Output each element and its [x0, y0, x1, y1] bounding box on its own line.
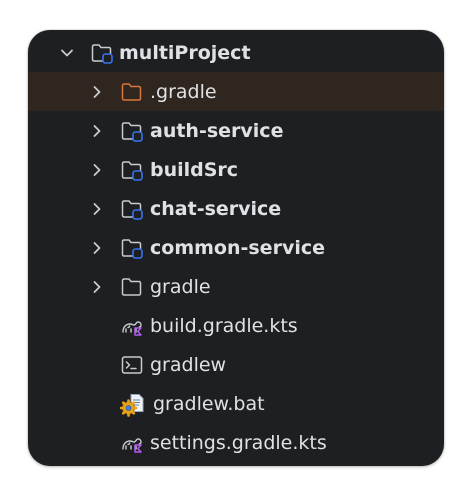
tree-item-buildsrc[interactable]: buildSrc — [28, 150, 444, 189]
tree-item-auth-service[interactable]: auth-service — [28, 111, 444, 150]
tree-item-label: gradle — [150, 275, 211, 298]
tree-root-row[interactable]: multiProject — [28, 33, 444, 72]
tree-item-settings-gradle-kts[interactable]: settings.gradle.kts — [28, 423, 444, 462]
tree-item-gradlew-bat[interactable]: gradlew.bat — [28, 384, 444, 423]
module-folder-icon — [120, 198, 144, 220]
chevron-right-icon[interactable] — [90, 163, 104, 177]
chevron-right-icon[interactable] — [90, 202, 104, 216]
tree-item-label: build.gradle.kts — [150, 314, 298, 337]
chevron-right-icon[interactable] — [90, 241, 104, 255]
chevron-right-icon[interactable] — [90, 124, 104, 138]
tree-item-label: gradlew — [150, 353, 227, 376]
tree-item-label: auth-service — [150, 119, 284, 142]
tree-item-label: buildSrc — [150, 158, 239, 181]
tree-item-label: settings.gradle.kts — [150, 431, 327, 454]
gradle-kotlin-file-icon — [120, 432, 144, 454]
project-tree-panel: multiProject .gradle auth-service buildS… — [28, 30, 444, 466]
batch-file-icon — [119, 393, 144, 417]
module-folder-icon — [90, 42, 114, 64]
module-folder-icon — [120, 237, 144, 259]
chevron-down-icon[interactable] — [60, 46, 74, 60]
tree-item-gradlew[interactable]: gradlew — [28, 345, 444, 384]
tree-item-common-service[interactable]: common-service — [28, 228, 444, 267]
tree-item-label: common-service — [150, 236, 325, 259]
module-folder-icon — [120, 120, 144, 142]
tree-item-label: chat-service — [150, 197, 282, 220]
tree-item-label: gradlew.bat — [153, 392, 265, 415]
chevron-right-icon[interactable] — [90, 85, 104, 99]
tree-root-label: multiProject — [119, 41, 251, 64]
tree-item-build-gradle-kts[interactable]: build.gradle.kts — [28, 306, 444, 345]
tree-item-gradle[interactable]: gradle — [28, 267, 444, 306]
tree-item-chat-service[interactable]: chat-service — [28, 189, 444, 228]
chevron-right-icon[interactable] — [90, 280, 104, 294]
tree-item-label: .gradle — [150, 80, 217, 103]
shell-script-icon — [120, 354, 144, 376]
gradle-kotlin-file-icon — [120, 315, 144, 337]
tree-item-dot-gradle[interactable]: .gradle — [28, 72, 444, 111]
folder-icon — [120, 276, 144, 298]
excluded-folder-icon — [120, 81, 144, 103]
module-folder-icon — [120, 159, 144, 181]
